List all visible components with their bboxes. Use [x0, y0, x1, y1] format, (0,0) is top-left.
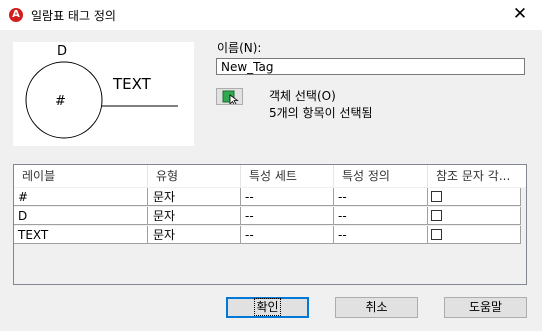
cell-label: # — [14, 188, 148, 206]
table-row[interactable]: # 문자 -- -- — [14, 188, 521, 206]
preview-hash: # — [55, 94, 66, 109]
cell-label: D — [14, 207, 148, 225]
cell-type: 문자 — [148, 226, 241, 244]
table-row[interactable]: D 문자 -- -- — [14, 207, 521, 225]
column-header-property-definition[interactable]: 특성 정의 — [334, 165, 428, 187]
reference-text-checkbox[interactable] — [431, 229, 442, 240]
title-bar: A 일람표 태그 정의 ✕ — [0, 0, 542, 30]
cell-property-set: -- — [241, 188, 334, 206]
column-header-type[interactable]: 유형 — [148, 165, 241, 187]
name-input[interactable] — [216, 58, 525, 75]
cell-property-definition: -- — [334, 226, 428, 244]
tag-preview: D # TEXT — [13, 42, 194, 146]
close-icon: ✕ — [512, 4, 528, 24]
cell-reference-text — [428, 188, 521, 206]
select-objects-label: 객체 선택(O) — [269, 89, 336, 103]
help-button[interactable]: 도움말 — [444, 297, 527, 318]
select-objects-icon — [222, 90, 239, 106]
preview-text-label: TEXT — [112, 75, 152, 93]
column-header-reference-text[interactable]: 참조 문자 각... — [428, 165, 521, 187]
cell-type: 문자 — [148, 188, 241, 206]
cell-property-set: -- — [241, 226, 334, 244]
column-header-label[interactable]: 레이블 — [14, 165, 148, 187]
ok-button[interactable]: 확인 — [226, 297, 309, 318]
cell-property-definition: -- — [334, 207, 428, 225]
cell-reference-text — [428, 226, 521, 244]
cell-label: TEXT — [14, 226, 148, 244]
ok-button-label: 확인 — [254, 298, 281, 316]
table-header: 레이블 유형 특성 세트 특성 정의 참조 문자 각... — [14, 165, 526, 187]
reference-text-checkbox[interactable] — [431, 191, 442, 202]
autocad-app-icon: A — [9, 8, 23, 22]
cell-reference-text — [428, 207, 521, 225]
column-header-property-set[interactable]: 특성 세트 — [241, 165, 334, 187]
window-title: 일람표 태그 정의 — [31, 9, 116, 23]
select-objects-button[interactable] — [216, 88, 243, 106]
name-label: 이름(N): — [217, 41, 262, 55]
tag-table: 레이블 유형 특성 세트 특성 정의 참조 문자 각... # 문자 -- --… — [13, 164, 527, 285]
cell-property-set: -- — [241, 207, 334, 225]
table-row[interactable]: TEXT 문자 -- -- — [14, 226, 521, 244]
close-button[interactable]: ✕ — [498, 0, 542, 30]
cell-type: 문자 — [148, 207, 241, 225]
cancel-button[interactable]: 취소 — [335, 297, 418, 318]
cell-property-definition: -- — [334, 188, 428, 206]
reference-text-checkbox[interactable] — [431, 210, 442, 221]
preview-letter-d: D — [57, 44, 67, 59]
selection-count: 5개의 항목이 선택됨 — [269, 106, 373, 120]
